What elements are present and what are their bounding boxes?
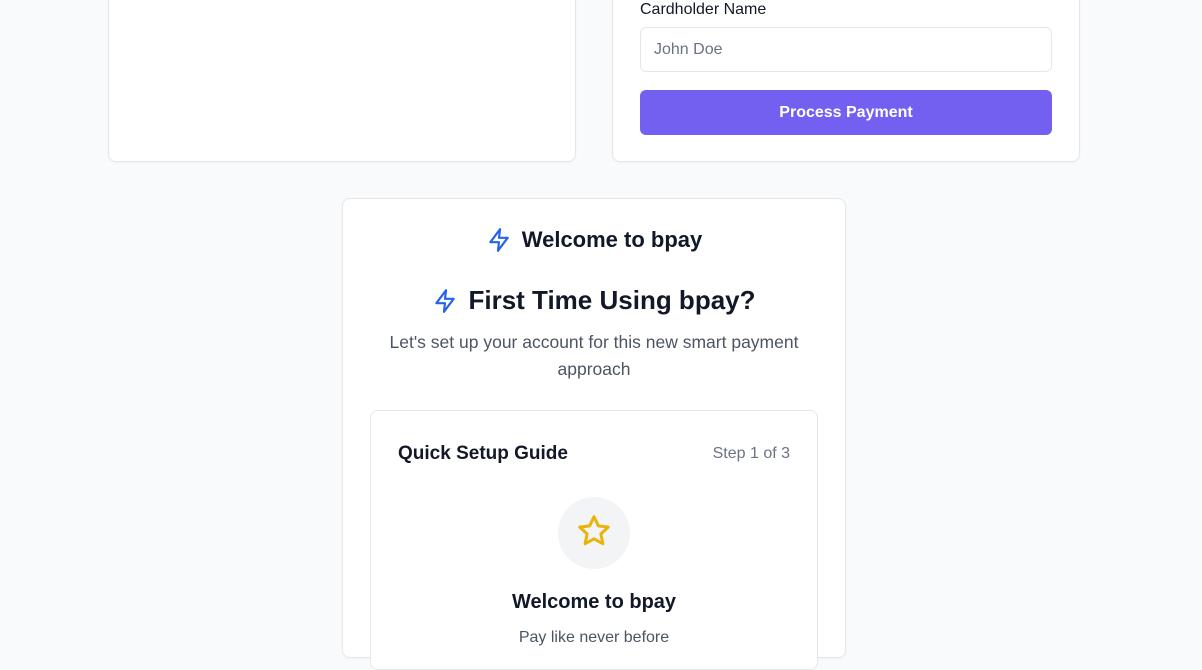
intro-title: First Time Using bpay? (468, 285, 756, 315)
onboarding-header-title: Welcome to bpay (521, 227, 703, 252)
onboarding-header: Welcome to bpay (343, 227, 845, 253)
intro-heading: First Time Using bpay? (343, 285, 845, 316)
step-indicator: Step 1 of 3 (712, 445, 790, 462)
setup-guide-title: Quick Setup Guide (398, 443, 568, 464)
step-title: Welcome to bpay (511, 591, 677, 613)
setup-guide-card: Quick Setup Guide Step 1 of 3 Welcome to… (370, 410, 818, 670)
lightning-bolt-icon (486, 227, 512, 253)
process-payment-button[interactable]: Process Payment (640, 90, 1052, 135)
star-icon (576, 513, 612, 554)
lightning-bolt-icon (432, 288, 458, 314)
payment-form-card: Cardholder Name Process Payment (612, 0, 1080, 162)
step-description: Pay like never before (518, 629, 670, 646)
left-panel-card (108, 0, 576, 162)
intro-subtitle: Let's set up your account for this new s… (389, 332, 799, 379)
cardholder-name-input[interactable] (640, 27, 1052, 72)
step-icon-badge (558, 497, 630, 569)
cardholder-name-label: Cardholder Name (640, 1, 767, 18)
onboarding-card: Welcome to bpay First Time Using bpay? L… (342, 198, 846, 670)
